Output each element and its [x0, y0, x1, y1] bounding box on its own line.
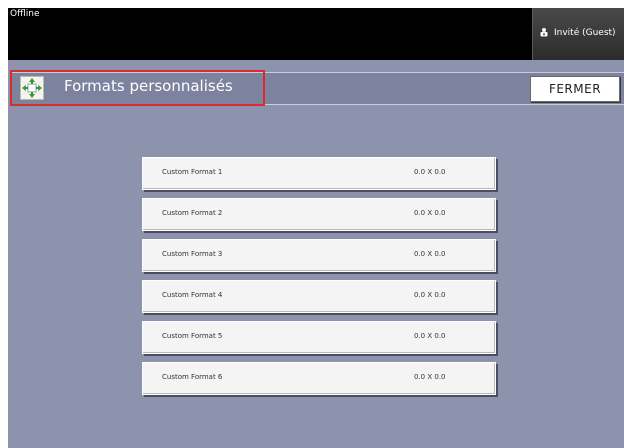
custom-format-button-3[interactable]: Custom Format 3 0.0 X 0.0 — [142, 239, 496, 272]
user-lock-icon — [539, 27, 549, 40]
custom-format-size: 0.0 X 0.0 — [414, 168, 446, 176]
custom-format-size: 0.0 X 0.0 — [414, 332, 446, 340]
custom-format-size: 0.0 X 0.0 — [414, 250, 446, 258]
top-status-bar: Offline Invité (Guest) — [8, 8, 624, 60]
custom-format-button-1[interactable]: Custom Format 1 0.0 X 0.0 — [142, 157, 496, 190]
custom-format-button-4[interactable]: Custom Format 4 0.0 X 0.0 — [142, 280, 496, 313]
custom-format-size: 0.0 X 0.0 — [414, 291, 446, 299]
custom-format-name: Custom Format 2 — [162, 209, 223, 217]
custom-format-button-2[interactable]: Custom Format 2 0.0 X 0.0 — [142, 198, 496, 231]
offline-status: Offline — [10, 9, 40, 19]
custom-format-name: Custom Format 5 — [162, 332, 223, 340]
main-panel: Formats personnalisés FERMER Custom Form… — [8, 60, 624, 448]
custom-format-button-5[interactable]: Custom Format 5 0.0 X 0.0 — [142, 321, 496, 354]
title-bar: Formats personnalisés FERMER — [10, 70, 624, 106]
custom-format-list: Custom Format 1 0.0 X 0.0 Custom Format … — [142, 157, 496, 403]
custom-format-size: 0.0 X 0.0 — [414, 209, 446, 217]
custom-format-size: 0.0 X 0.0 — [414, 373, 446, 381]
page-title: Formats personnalisés — [64, 77, 233, 95]
custom-format-icon — [20, 76, 44, 100]
custom-format-name: Custom Format 6 — [162, 373, 223, 381]
custom-format-name: Custom Format 3 — [162, 250, 223, 258]
close-button[interactable]: FERMER — [530, 76, 620, 102]
custom-format-button-6[interactable]: Custom Format 6 0.0 X 0.0 — [142, 362, 496, 395]
custom-format-name: Custom Format 1 — [162, 168, 223, 176]
user-panel: Invité (Guest) — [532, 8, 624, 60]
user-name: Invité (Guest) — [554, 28, 616, 38]
custom-format-name: Custom Format 4 — [162, 291, 223, 299]
user-button[interactable]: Invité (Guest) — [539, 23, 616, 43]
